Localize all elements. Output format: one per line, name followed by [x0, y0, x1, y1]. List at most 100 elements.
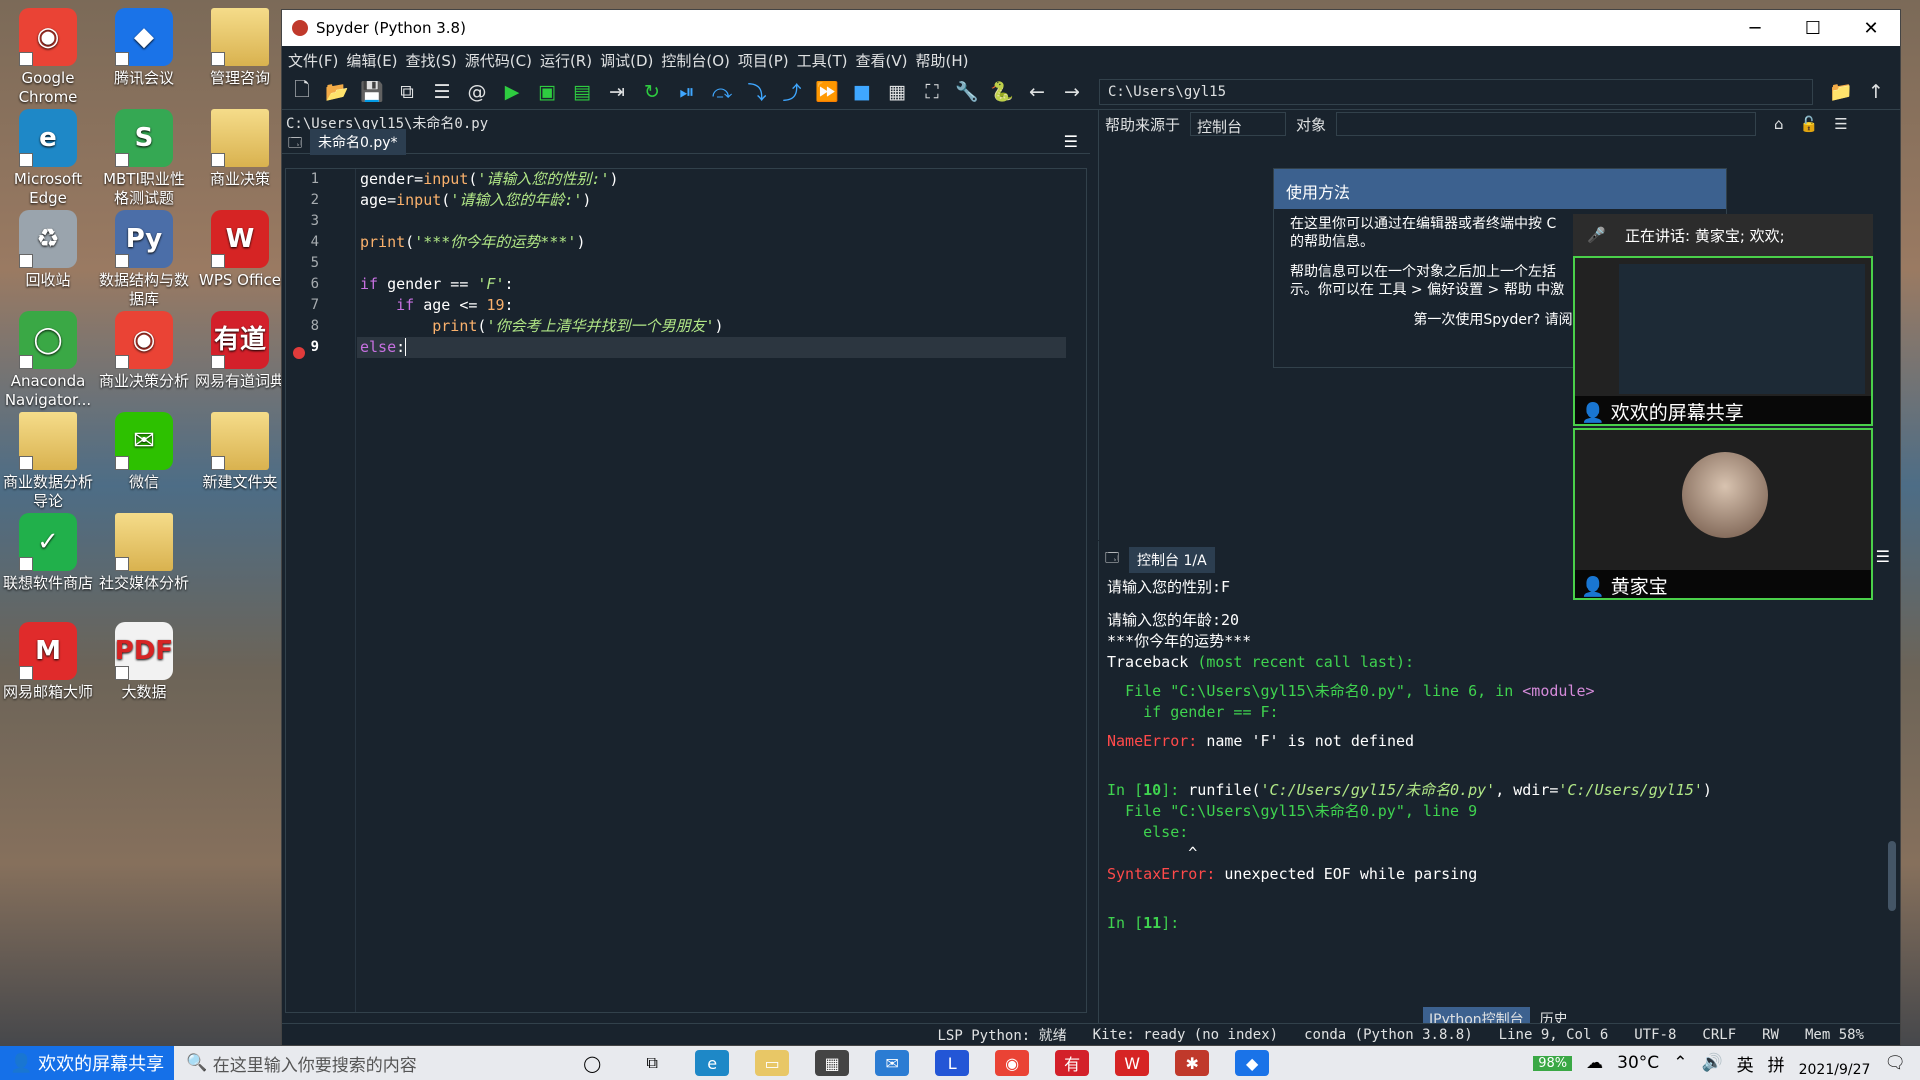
stop-icon[interactable]: ■: [848, 78, 876, 106]
python-path-icon[interactable]: 🐍: [988, 78, 1016, 106]
code-editor[interactable]: 123456789 gender=input('请输入您的性别:') age=i…: [285, 168, 1087, 1013]
volume-icon[interactable]: 🔊: [1701, 1053, 1722, 1073]
spyder-taskbar-icon[interactable]: ✱: [1175, 1050, 1210, 1076]
menu-item-9[interactable]: 查看(V): [856, 50, 908, 71]
menu-item-7[interactable]: 项目(P): [738, 50, 789, 71]
desktop-icon[interactable]: 有道 网易有道词典: [192, 311, 288, 391]
console-prompt[interactable]: In [11]:: [1107, 913, 1878, 934]
task-view-icon[interactable]: ⧉: [635, 1050, 669, 1076]
lock-icon[interactable]: 🔓: [1800, 115, 1819, 133]
minimize-button[interactable]: ─: [1726, 18, 1784, 39]
screen-share-thumbnail[interactable]: 👤 欢欢的屏幕共享: [1573, 256, 1873, 426]
tab-console[interactable]: 控制台 1/A: [1129, 547, 1215, 573]
run-icon[interactable]: ▶: [498, 78, 526, 106]
save-icon[interactable]: 💾: [358, 78, 386, 106]
desktop-icon[interactable]: e Microsoft Edge: [0, 109, 96, 208]
at-icon[interactable]: @: [463, 78, 491, 106]
camera-tile[interactable]: 👤 黄家宝: [1573, 428, 1873, 600]
desktop-icon[interactable]: ◉ Google Chrome: [0, 8, 96, 107]
menu-item-1[interactable]: 编辑(E): [346, 50, 397, 71]
desktop-icon[interactable]: 商业数据分析导论: [0, 412, 96, 511]
mail-taskbar-icon[interactable]: ✉: [875, 1050, 910, 1076]
edge-taskbar-icon[interactable]: e: [695, 1050, 730, 1076]
store-taskbar-icon[interactable]: ▦: [815, 1050, 850, 1076]
youdao-taskbar-icon[interactable]: 有: [1055, 1050, 1090, 1076]
desktop-icon[interactable]: W WPS Office: [192, 210, 288, 290]
cortana-icon[interactable]: ◯: [575, 1050, 609, 1076]
clock-date[interactable]: 2021/9/27: [1799, 1062, 1871, 1078]
tab-untitled0[interactable]: 未命名0.py*: [310, 128, 406, 155]
desktop-icon[interactable]: 管理咨询: [192, 8, 288, 88]
fullscreen-icon[interactable]: ⛶: [918, 78, 946, 106]
home-icon[interactable]: ⌂: [1774, 115, 1784, 133]
chrome-taskbar-icon[interactable]: ◉: [995, 1050, 1030, 1076]
preferences-icon[interactable]: 🔧: [953, 78, 981, 106]
continue-icon[interactable]: ⏩: [813, 78, 841, 106]
temperature[interactable]: 30°C: [1617, 1053, 1659, 1073]
outline-icon[interactable]: ☰: [428, 78, 456, 106]
chevron-up-icon[interactable]: ⌃: [1673, 1053, 1687, 1073]
desktop-icon[interactable]: PDF 大数据: [96, 622, 192, 702]
menu-item-8[interactable]: 工具(T): [797, 50, 848, 71]
ime-language[interactable]: 英: [1737, 1051, 1754, 1076]
help-options-icon[interactable]: ☰: [1834, 115, 1847, 133]
desktop-icon[interactable]: ◯ Anaconda Navigator...: [0, 311, 96, 410]
save-all-icon[interactable]: ⧉: [393, 78, 421, 106]
back-arrow-icon[interactable]: ←: [1023, 78, 1051, 106]
console-output[interactable]: 请输入您的性别:F 请输入您的年龄:20 ***你今年的运势*** Traceb…: [1107, 577, 1878, 934]
open-file-icon[interactable]: 📂: [323, 78, 351, 106]
desktop-icon[interactable]: M 网易邮箱大师: [0, 622, 96, 702]
forward-arrow-icon[interactable]: →: [1058, 78, 1086, 106]
maximize-button[interactable]: ☐: [1784, 18, 1842, 39]
editor-options-icon[interactable]: ☰: [1064, 132, 1078, 151]
menu-item-2[interactable]: 查找(S): [406, 50, 457, 71]
desktop-icon[interactable]: ✓ 联想软件商店: [0, 513, 96, 593]
step-into-icon[interactable]: ⤵: [743, 78, 771, 106]
debug-icon[interactable]: ⏯: [673, 78, 701, 106]
step-return-icon[interactable]: ⤴: [778, 78, 806, 106]
notification-icon[interactable]: 🗨: [1884, 1053, 1906, 1073]
menu-item-6[interactable]: 控制台(O): [661, 50, 730, 71]
rerun-icon[interactable]: ↻: [638, 78, 666, 106]
desktop-icon[interactable]: 商业决策: [192, 109, 288, 189]
menu-item-5[interactable]: 调试(D): [600, 50, 653, 71]
title-bar[interactable]: Spyder (Python 3.8) ─ ☐ ✕: [282, 10, 1900, 46]
run-cell-advance-icon[interactable]: ▤: [568, 78, 596, 106]
screen-share-tag[interactable]: 👤 欢欢的屏幕共享: [0, 1046, 175, 1080]
menu-item-3[interactable]: 源代码(C): [465, 50, 532, 71]
maximize-pane-icon[interactable]: ▦: [883, 78, 911, 106]
desktop-icon[interactable]: S MBTI职业性格测试题: [96, 109, 192, 208]
help-source-select[interactable]: 控制台: [1190, 112, 1287, 136]
run-selection-icon[interactable]: ⇥: [603, 78, 631, 106]
desktop-icon[interactable]: ♻ 回收站: [0, 210, 96, 290]
ime-mode[interactable]: 拼: [1768, 1051, 1785, 1076]
browse-folder-icon[interactable]: 📁: [1827, 78, 1855, 106]
run-cell-icon[interactable]: ▣: [533, 78, 561, 106]
console-browse-icon[interactable]: 🗔: [1105, 549, 1119, 571]
step-icon[interactable]: ⤼: [708, 78, 736, 106]
explorer-taskbar-icon[interactable]: ▭: [755, 1050, 790, 1076]
menu-item-10[interactable]: 帮助(H): [915, 50, 968, 71]
desktop-icon[interactable]: 新建文件夹: [192, 412, 288, 492]
console-options-icon[interactable]: ☰: [1876, 547, 1890, 566]
wps-taskbar-icon[interactable]: W: [1115, 1050, 1150, 1076]
lenovo-taskbar-icon[interactable]: L: [935, 1050, 970, 1076]
close-button[interactable]: ✕: [1842, 18, 1900, 39]
desktop-icon[interactable]: Py 数据结构与数据库: [96, 210, 192, 309]
desktop-icon[interactable]: ✉ 微信: [96, 412, 192, 492]
desktop-icon[interactable]: ◉ 商业决策分析: [96, 311, 192, 391]
menu-item-4[interactable]: 运行(R): [540, 50, 592, 71]
tencent-meeting-taskbar-icon[interactable]: ◆: [1235, 1050, 1270, 1076]
console-scrollbar[interactable]: [1888, 841, 1896, 911]
taskbar-search-input[interactable]: 🔍 在这里输入你要搜索的内容: [174, 1046, 562, 1080]
tab-browse-icon[interactable]: 🗔: [288, 134, 302, 156]
code-area[interactable]: gender=input('请输入您的性别:') age=input('请输入您…: [357, 169, 1066, 358]
working-directory-input[interactable]: C:\Users\gyl15: [1099, 78, 1813, 105]
desktop-icon[interactable]: 社交媒体分析: [96, 513, 192, 593]
usage-tutorial-link[interactable]: 第一次使用Spyder? 请阅读: [1413, 312, 1586, 328]
menu-item-0[interactable]: 文件(F): [288, 50, 338, 71]
new-file-icon[interactable]: 🗋: [288, 78, 316, 106]
desktop-icon[interactable]: ◆ 腾讯会议: [96, 8, 192, 88]
battery-indicator[interactable]: 98%: [1533, 1055, 1573, 1071]
help-object-input[interactable]: [1336, 112, 1757, 136]
